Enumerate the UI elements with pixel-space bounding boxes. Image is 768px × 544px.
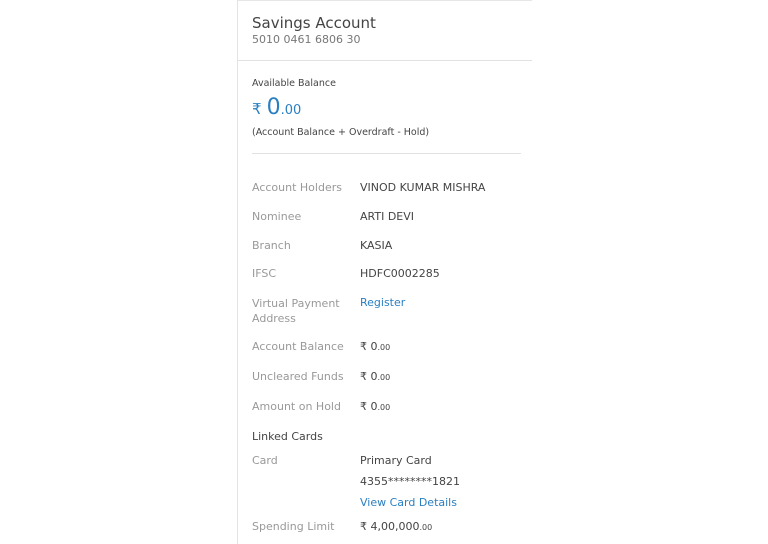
detail-value: ARTI DEVI: [360, 210, 415, 223]
detail-label: Spending Limit: [252, 520, 335, 533]
detail-label: Nominee: [252, 210, 302, 223]
divider: [252, 153, 521, 154]
account-header: Savings Account 5010 0461 6806 30: [238, 1, 532, 61]
detail-value: ₹ 0.00: [360, 400, 390, 413]
detail-label: IFSC: [252, 267, 277, 280]
balance-whole: 0: [266, 95, 281, 120]
detail-value: ₹ 0.00: [360, 340, 390, 353]
balance-formula: (Account Balance + Overdraft - Hold): [252, 127, 430, 138]
account-type-title: Savings Account: [252, 14, 376, 32]
amount-decimal: .00: [377, 343, 391, 352]
balance-decimal: .00: [280, 103, 302, 118]
detail-label: Uncleared Funds: [252, 370, 344, 383]
linked-cards-heading: Linked Cards: [252, 430, 323, 443]
rupee-symbol: ₹: [252, 100, 262, 118]
amount-decimal: .00: [377, 373, 391, 382]
amount: ₹ 0: [360, 400, 378, 413]
available-balance-amount: ₹ 0.00: [252, 95, 301, 120]
amount: ₹ 4,00,000: [360, 520, 420, 533]
amount-decimal: .00: [377, 403, 391, 412]
amount: ₹ 0: [360, 340, 378, 353]
card-name: Primary Card: [360, 454, 432, 467]
detail-value: VINOD KUMAR MISHRA: [360, 181, 486, 194]
detail-value: ₹ 0.00: [360, 370, 390, 383]
detail-value: HDFC0002285: [360, 267, 440, 280]
detail-value: ₹ 4,00,000.00: [360, 520, 432, 533]
detail-value: KASIA: [360, 239, 393, 252]
view-card-details-link[interactable]: View Card Details: [360, 496, 457, 509]
detail-label: Account Balance: [252, 340, 344, 353]
amount: ₹ 0: [360, 370, 378, 383]
account-panel: Savings Account 5010 0461 6806 30 Availa…: [237, 0, 532, 544]
account-number: 5010 0461 6806 30: [252, 33, 361, 46]
detail-label: Account Holders: [252, 181, 342, 194]
register-link[interactable]: Register: [360, 296, 405, 309]
amount-decimal: .00: [419, 523, 433, 532]
detail-label: Amount on Hold: [252, 400, 341, 413]
detail-label: Virtual Payment Address: [252, 297, 340, 325]
card-number: 4355********1821: [360, 475, 460, 488]
available-balance-label: Available Balance: [252, 78, 336, 89]
detail-label: Branch: [252, 239, 291, 252]
card-label: Card: [252, 454, 278, 467]
